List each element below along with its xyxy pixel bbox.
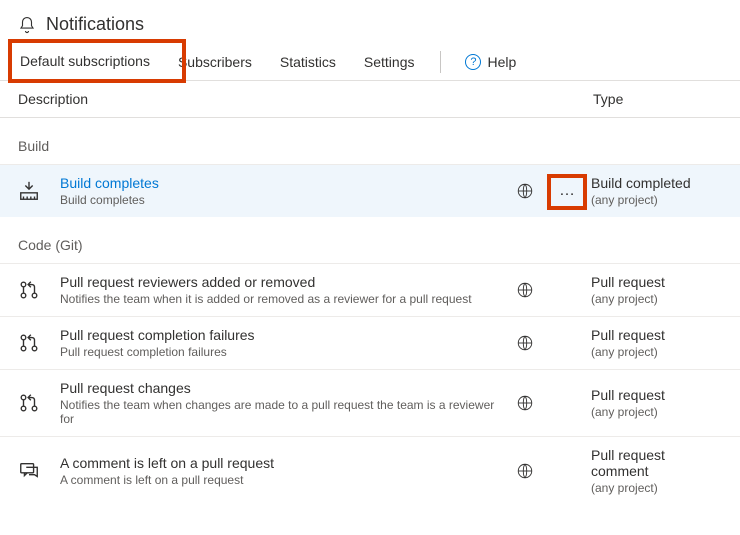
section-build-label: Build [0,118,740,164]
row-pr-changes[interactable]: Pull request changes Notifies the team w… [0,369,740,436]
help-icon: ? [465,54,481,70]
row-type: Pull request [591,387,722,403]
row-type: Build completed [591,175,722,191]
row-title[interactable]: Build completes [60,175,497,191]
more-icon[interactable]: … [559,182,577,200]
row-pr-completion-failures[interactable]: Pull request completion failures Pull re… [0,316,740,369]
tab-divider [440,51,441,73]
row-subtitle: Notifies the team when changes are made … [60,398,497,426]
row-pr-comment[interactable]: A comment is left on a pull request A co… [0,436,740,505]
row-type-sub: (any project) [591,345,722,359]
row-title: Pull request changes [60,380,497,396]
comment-icon [18,460,40,482]
row-type: Pull request [591,274,722,290]
row-type-sub: (any project) [591,405,722,419]
globe-icon [516,394,534,412]
globe-icon [516,462,534,480]
row-type: Pull request comment [591,447,722,479]
pr-icon [18,392,40,414]
bell-icon [18,16,36,34]
globe-icon [516,281,534,299]
tabs: Default subscriptions Subscribers Statis… [0,43,740,81]
tab-settings[interactable]: Settings [362,44,417,80]
pr-icon [18,332,40,354]
row-subtitle: Pull request completion failures [60,345,497,359]
row-type-sub: (any project) [591,292,722,306]
row-title: A comment is left on a pull request [60,455,497,471]
row-type-sub: (any project) [591,193,722,207]
row-subtitle: Notifies the team when it is added or re… [60,292,497,306]
pr-icon [18,279,40,301]
section-code-git-label: Code (Git) [0,217,740,263]
tab-default-subscriptions[interactable]: Default subscriptions [18,43,152,81]
row-title: Pull request reviewers added or removed [60,274,497,290]
column-headers: Description Type [0,81,740,118]
row-build-completes[interactable]: Build completes Build completes … Build … [0,164,740,217]
build-icon [18,180,40,202]
col-type: Type [593,91,722,107]
row-type-sub: (any project) [591,481,722,495]
tab-statistics[interactable]: Statistics [278,44,338,80]
page-header: Notifications [0,0,740,43]
globe-icon [516,182,534,200]
row-pr-reviewers[interactable]: Pull request reviewers added or removed … [0,263,740,316]
help-link[interactable]: ? Help [465,54,516,70]
row-type: Pull request [591,327,722,343]
col-description: Description [18,91,593,107]
globe-icon [516,334,534,352]
tab-subscribers[interactable]: Subscribers [176,44,254,80]
row-title: Pull request completion failures [60,327,497,343]
row-subtitle: Build completes [60,193,497,207]
row-subtitle: A comment is left on a pull request [60,473,497,487]
help-label: Help [487,54,516,70]
page-title: Notifications [46,14,144,35]
